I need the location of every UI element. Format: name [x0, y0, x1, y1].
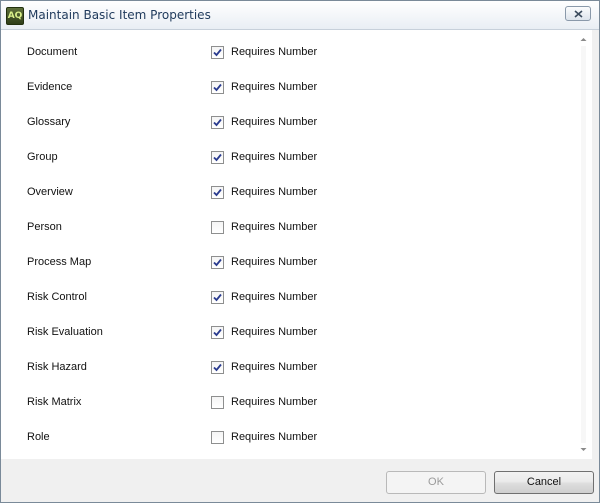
requires-number-checkbox[interactable]: [211, 186, 224, 199]
list-item: Risk Evaluation Requires Number: [1, 323, 561, 343]
requires-number-label[interactable]: Requires Number: [231, 326, 317, 338]
requires-number-label[interactable]: Requires Number: [231, 116, 317, 128]
properties-list: Document Requires Number Evidence Requires …: [1, 30, 575, 459]
app-logo-icon: AQ: [6, 7, 24, 25]
ok-button[interactable]: OK: [386, 471, 486, 494]
cancel-button[interactable]: Cancel: [494, 471, 594, 494]
close-icon: [574, 10, 583, 18]
list-item: Risk Matrix Requires Number: [1, 393, 561, 413]
checkmark-icon: [213, 363, 222, 372]
requires-number-label[interactable]: Requires Number: [231, 46, 317, 58]
close-button[interactable]: [565, 6, 591, 21]
item-type-label: Overview: [27, 186, 73, 198]
requires-number-checkbox[interactable]: [211, 326, 224, 339]
window-title: Maintain Basic Item Properties: [28, 8, 211, 22]
checkmark-icon: [213, 153, 222, 162]
item-type-label: Evidence: [27, 81, 73, 93]
list-item: Document Requires Number: [1, 43, 561, 63]
item-type-label: Role: [27, 431, 50, 443]
requires-number-checkbox[interactable]: [211, 116, 224, 129]
requires-number-label[interactable]: Requires Number: [231, 396, 317, 408]
dialog-footer: OK Cancel: [1, 459, 599, 502]
item-type-label: Risk Matrix: [27, 396, 82, 408]
requires-number-checkbox[interactable]: [211, 256, 224, 269]
vertical-scrollbar[interactable]: [575, 30, 592, 459]
scroll-down-arrow-icon[interactable]: [579, 445, 588, 454]
requires-number-label[interactable]: Requires Number: [231, 186, 317, 198]
requires-number-label[interactable]: Requires Number: [231, 431, 317, 443]
item-type-label: Document: [27, 46, 78, 58]
requires-number-checkbox[interactable]: [211, 291, 224, 304]
item-type-label: Risk Evaluation: [27, 326, 103, 338]
checkmark-icon: [213, 328, 222, 337]
requires-number-checkbox[interactable]: [211, 81, 224, 94]
requires-number-checkbox[interactable]: [211, 396, 224, 409]
requires-number-checkbox[interactable]: [211, 431, 224, 444]
dialog-window: AQ Maintain Basic Item Properties Docume…: [0, 0, 600, 503]
item-type-label: Glossary: [27, 116, 71, 128]
item-type-label: Group: [27, 151, 58, 163]
requires-number-checkbox[interactable]: [211, 221, 224, 234]
checkmark-icon: [213, 293, 222, 302]
checkmark-icon: [213, 188, 222, 197]
requires-number-checkbox[interactable]: [211, 46, 224, 59]
requires-number-label[interactable]: Requires Number: [231, 81, 317, 93]
list-item: Group Requires Number: [1, 148, 561, 168]
checkmark-icon: [213, 83, 222, 92]
list-item: Evidence Requires Number: [1, 78, 561, 98]
list-item: Role Requires Number: [1, 428, 561, 448]
requires-number-label[interactable]: Requires Number: [231, 221, 317, 233]
requires-number-checkbox[interactable]: [211, 361, 224, 374]
checkmark-icon: [213, 118, 222, 127]
list-item: Process Map Requires Number: [1, 253, 561, 273]
list-item: Person Requires Number: [1, 218, 561, 238]
requires-number-label[interactable]: Requires Number: [231, 291, 317, 303]
list-item: Glossary Requires Number: [1, 113, 561, 133]
item-type-label: Person: [27, 221, 62, 233]
list-item: Risk Control Requires Number: [1, 288, 561, 308]
list-item: Overview Requires Number: [1, 183, 561, 203]
checkmark-icon: [213, 258, 222, 267]
scroll-up-arrow-icon[interactable]: [579, 35, 588, 44]
checkmark-icon: [213, 48, 222, 57]
requires-number-label[interactable]: Requires Number: [231, 361, 317, 373]
item-type-label: Risk Hazard: [27, 361, 87, 373]
item-type-label: Process Map: [27, 256, 92, 268]
item-type-label: Risk Control: [27, 291, 87, 303]
requires-number-label[interactable]: Requires Number: [231, 151, 317, 163]
scroll-track[interactable]: [581, 46, 586, 443]
requires-number-checkbox[interactable]: [211, 151, 224, 164]
list-item: Risk Hazard Requires Number: [1, 358, 561, 378]
title-bar[interactable]: AQ Maintain Basic Item Properties: [1, 1, 599, 30]
requires-number-label[interactable]: Requires Number: [231, 256, 317, 268]
